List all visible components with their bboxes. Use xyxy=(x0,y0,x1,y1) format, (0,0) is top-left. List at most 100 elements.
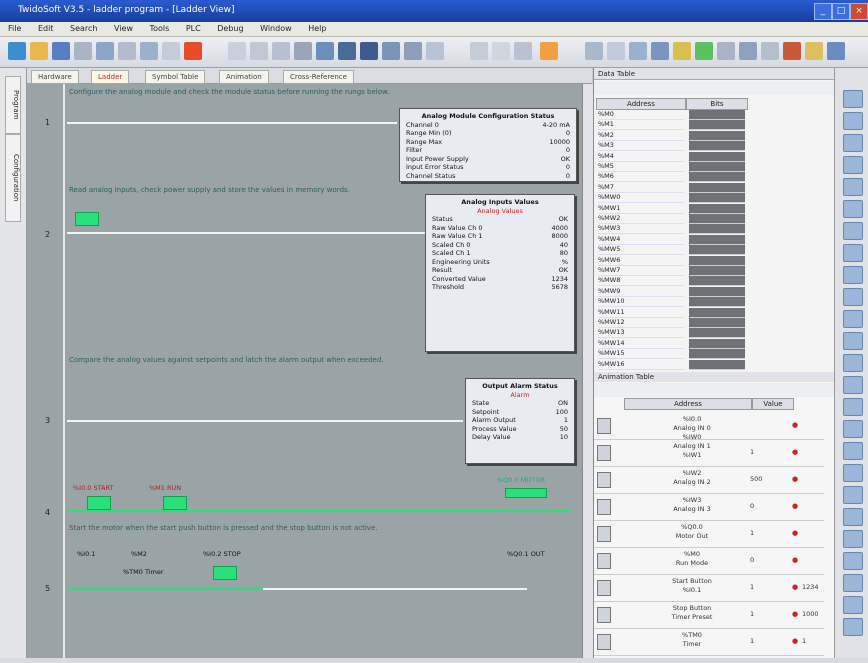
start-icon[interactable] xyxy=(695,42,713,60)
zoom-in-icon[interactable] xyxy=(843,112,863,130)
goto-icon[interactable] xyxy=(843,200,863,218)
init-icon[interactable] xyxy=(739,42,757,60)
zoom-out-icon[interactable] xyxy=(843,134,863,152)
diag-icon[interactable] xyxy=(843,442,863,460)
report-icon[interactable] xyxy=(843,552,863,570)
import-icon[interactable] xyxy=(843,596,863,614)
address-cell[interactable]: %MW10 xyxy=(598,297,684,308)
exit-icon[interactable] xyxy=(843,618,863,636)
connect-icon[interactable] xyxy=(514,42,532,60)
animation-row[interactable]: Stop Button Timer Preset 1 ● 1000 xyxy=(594,601,824,629)
analog-inputs-panel[interactable]: Analog Inputs Values Analog Values Statu… xyxy=(425,194,575,352)
menu-tools[interactable]: Tools xyxy=(150,24,170,33)
cut-icon[interactable] xyxy=(96,42,114,60)
window-icon[interactable] xyxy=(827,42,845,60)
menu-plc[interactable]: PLC xyxy=(186,24,201,33)
address-cell[interactable]: %MW5 xyxy=(598,245,684,256)
find-icon[interactable] xyxy=(843,156,863,174)
counter-icon[interactable] xyxy=(843,354,863,372)
address-cell[interactable]: %M4 xyxy=(598,152,684,162)
column-header[interactable]: Value xyxy=(752,398,794,410)
user-icon[interactable] xyxy=(843,508,863,526)
variable-value[interactable]: 1 xyxy=(750,583,754,591)
animation-row[interactable]: Analog IN 1 %IW1 1 ● xyxy=(594,439,824,467)
address-cell[interactable]: %M5 xyxy=(598,162,684,172)
monitor-icon[interactable] xyxy=(492,42,510,60)
variable-value[interactable]: 0 xyxy=(750,502,754,510)
upload-icon[interactable] xyxy=(673,42,691,60)
table-icon[interactable] xyxy=(585,42,603,60)
animation-row[interactable]: %IW3 Analog IN 3 0 ● xyxy=(594,493,824,521)
coil-active[interactable] xyxy=(505,488,547,498)
animation-row[interactable]: %Q0.0 Motor Out 1 ● xyxy=(594,520,824,548)
comm-icon[interactable] xyxy=(843,420,863,438)
menu-debug[interactable]: Debug xyxy=(217,24,243,33)
timer-tool-icon[interactable] xyxy=(338,42,356,60)
animation-row[interactable]: %IW2 Analog IN 2 500 ● xyxy=(594,466,824,494)
operate-tool-icon[interactable] xyxy=(382,42,400,60)
paste-icon[interactable] xyxy=(140,42,158,60)
tab-symbol-table[interactable]: Symbol Table xyxy=(145,70,206,84)
menu-file[interactable]: File xyxy=(8,24,21,33)
io-icon[interactable] xyxy=(843,398,863,416)
network-icon[interactable] xyxy=(843,486,863,504)
open-folder-icon[interactable] xyxy=(30,42,48,60)
address-cell[interactable]: %M2 xyxy=(598,131,684,141)
address-cell[interactable]: %MW7 xyxy=(598,266,684,276)
animation-row[interactable]: %M0 Run Mode 0 ● xyxy=(594,547,824,575)
menu-help[interactable]: Help xyxy=(308,24,326,33)
stop-icon[interactable] xyxy=(717,42,735,60)
undo-icon[interactable] xyxy=(162,42,180,60)
contact-active[interactable] xyxy=(163,496,187,510)
address-cell[interactable]: %MW15 xyxy=(598,349,684,360)
ladder-editor[interactable]: Configure the analog module and check th… xyxy=(27,84,582,658)
coil-tool-icon[interactable] xyxy=(250,42,268,60)
download-icon[interactable] xyxy=(651,42,669,60)
alarm-status-panel[interactable]: Output Alarm Status Alarm State ON Setpoi… xyxy=(465,378,575,464)
compare-tool-icon[interactable] xyxy=(316,42,334,60)
branch-tool-icon[interactable] xyxy=(294,42,312,60)
tab-ladder[interactable]: Ladder xyxy=(91,70,130,84)
print-icon[interactable] xyxy=(74,42,92,60)
copy-icon[interactable] xyxy=(118,42,136,60)
help-icon[interactable] xyxy=(783,42,801,60)
tab-cross-reference[interactable]: Cross-Reference xyxy=(283,70,354,84)
address-cell[interactable]: %MW3 xyxy=(598,224,684,235)
address-cell[interactable]: %M1 xyxy=(598,120,684,131)
contact-active[interactable] xyxy=(213,566,237,580)
variable-value[interactable]: 1 xyxy=(750,637,754,645)
timer-icon[interactable] xyxy=(843,332,863,350)
animation-row[interactable]: %I0.0 Analog IN 0 %IW0 ● xyxy=(594,412,824,441)
variable-value[interactable]: 500 xyxy=(750,475,762,483)
address-cell[interactable]: %M3 xyxy=(598,141,684,152)
contact-tool-icon[interactable] xyxy=(228,42,246,60)
animation-row[interactable]: %TM0 Timer 1 ● 1 xyxy=(594,628,824,656)
address-cell[interactable]: %MW9 xyxy=(598,287,684,297)
variable-value[interactable]: 0 xyxy=(750,556,754,564)
export-icon[interactable] xyxy=(843,574,863,592)
address-cell[interactable]: %MW4 xyxy=(598,235,684,245)
run-plc-icon[interactable] xyxy=(184,42,202,60)
options-icon[interactable] xyxy=(761,42,779,60)
menu-edit[interactable]: Edit xyxy=(38,24,54,33)
close-button[interactable]: × xyxy=(850,3,868,20)
info-icon[interactable] xyxy=(805,42,823,60)
tab-animation[interactable]: Animation xyxy=(219,70,269,84)
variable-value[interactable]: 1 xyxy=(750,448,754,456)
contact-active[interactable] xyxy=(75,212,99,226)
ladder-scrollbar[interactable] xyxy=(582,84,593,658)
address-cell[interactable]: %M7 xyxy=(598,183,684,193)
address-cell[interactable]: %MW8 xyxy=(598,276,684,287)
analog-config-panel[interactable]: Analog Module Configuration Status Chann… xyxy=(399,108,577,182)
address-cell[interactable]: %MW2 xyxy=(598,214,684,224)
block-tool-icon[interactable] xyxy=(272,42,290,60)
new-file-icon[interactable] xyxy=(8,42,26,60)
address-cell[interactable]: %MW11 xyxy=(598,308,684,318)
tab-hardware[interactable]: Hardware xyxy=(31,70,79,84)
maximize-button[interactable]: □ xyxy=(832,3,850,20)
address-cell[interactable]: %M6 xyxy=(598,172,684,183)
address-cell[interactable]: %MW12 xyxy=(598,318,684,328)
save-icon[interactable] xyxy=(52,42,70,60)
force-icon[interactable] xyxy=(843,266,863,284)
zoom-icon[interactable] xyxy=(470,42,488,60)
